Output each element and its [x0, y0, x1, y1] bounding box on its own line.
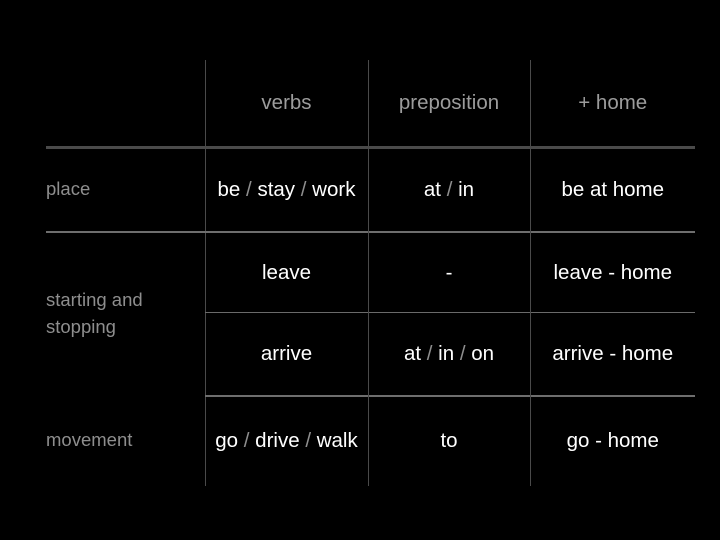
header-row: verbs preposition + home: [46, 60, 695, 149]
cell-movement-preposition: to: [367, 395, 530, 486]
preposition-token: in: [458, 178, 475, 202]
header-preposition: preposition: [367, 60, 530, 149]
table-row-starting-stopping-leave: starting and stopping leave - leave - ho…: [46, 231, 695, 337]
separator-slash: /: [446, 178, 453, 202]
column-divider-preposition: [530, 60, 531, 485]
verb-token: work: [312, 178, 356, 202]
cell-place-plus-home: be at home: [529, 147, 695, 233]
column-divider-verbs: [368, 60, 369, 485]
verb-token: stay: [257, 178, 296, 202]
header-category: [46, 60, 205, 149]
row-label-movement: movement: [46, 429, 133, 451]
verb-token: go: [215, 429, 239, 453]
cell-place-verbs: be / stay / work: [204, 147, 368, 233]
verb-token: walk: [316, 429, 358, 453]
cell-arrive-plus-home: arrive - home: [529, 312, 695, 397]
separator-slash: /: [426, 342, 433, 366]
preposition-token: at: [423, 178, 442, 202]
separator-slash: /: [300, 178, 307, 202]
cell-movement-plus-home: go - home: [529, 395, 695, 486]
table-body: place be / stay / work at / in be at hom…: [46, 147, 695, 486]
verb-token: be: [217, 178, 241, 202]
separator-slash: /: [246, 178, 252, 202]
preposition-token: in: [438, 342, 455, 366]
verb-token: drive: [255, 429, 300, 453]
cell-movement-verbs: go / drive / walk: [204, 395, 368, 486]
table-row-place: place be / stay / work at / in be at hom…: [46, 147, 695, 233]
cell-arrive-verbs: arrive: [204, 312, 368, 397]
separator-slash: /: [305, 429, 312, 453]
cell-leave-preposition: -: [367, 231, 530, 313]
header-plus-home: + home: [529, 60, 695, 149]
slide-canvas: verbs preposition + home place be / stay…: [0, 0, 720, 540]
separator-slash: /: [243, 429, 250, 453]
grammar-table: verbs preposition + home place be / stay…: [46, 60, 695, 486]
row-label-starting-and-stopping: starting and stopping: [46, 289, 143, 337]
cell-arrive-preposition: at / in / on: [367, 312, 530, 397]
preposition-token: at: [403, 342, 422, 366]
header-verbs: verbs: [204, 60, 368, 149]
separator-slash: /: [459, 342, 466, 366]
table-row-movement: movement go / drive / walk to go - home: [46, 395, 695, 486]
table-header: verbs preposition + home: [46, 60, 695, 149]
preposition-token: on: [471, 342, 495, 366]
cell-place-preposition: at / in: [367, 147, 530, 233]
cell-leave-plus-home: leave - home: [529, 231, 695, 313]
row-label-place: place: [46, 147, 205, 233]
cell-leave-verbs: leave: [204, 231, 368, 313]
